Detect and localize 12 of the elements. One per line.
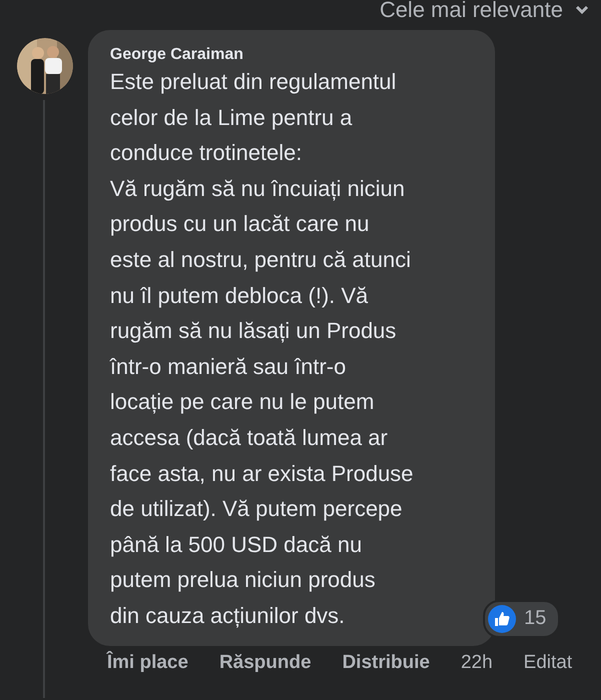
like-icon bbox=[488, 604, 516, 632]
author-name[interactable]: George Caraiman bbox=[110, 46, 485, 64]
sort-menu[interactable]: Cele mai relevante bbox=[380, 0, 589, 22]
action-link[interactable]: Îmi place bbox=[107, 652, 188, 674]
caret-icon bbox=[575, 5, 589, 15]
action-link[interactable]: Distribuie bbox=[342, 652, 430, 674]
reaction-badge[interactable]: 15 bbox=[483, 600, 560, 638]
timestamp[interactable]: 22h bbox=[460, 652, 493, 674]
action-link[interactable]: Răspunde bbox=[219, 652, 312, 674]
reaction-count: 15 bbox=[524, 607, 546, 630]
comment-text: Este preluat din regulamentul celor de la Lime pentru a conduce trotinetele: Vă rugăm să nu încuiați niciun produs cu un lacăt care nu este al nostru, pentru că atunci nu îl putem debloca (!). Vă rugăm să nu lăsați un Produs într-o manieră sau într-o locație pe care nu le putem accesa (dacă toată lumea ar face asta, nu ar exista Produse de utilizat). Vă putem percepe până la 500 USD dacă nu putem prelua niciun produs din cauza acțiunilor dvs. bbox=[110, 68, 414, 630]
edited-label: Editat bbox=[524, 652, 572, 674]
